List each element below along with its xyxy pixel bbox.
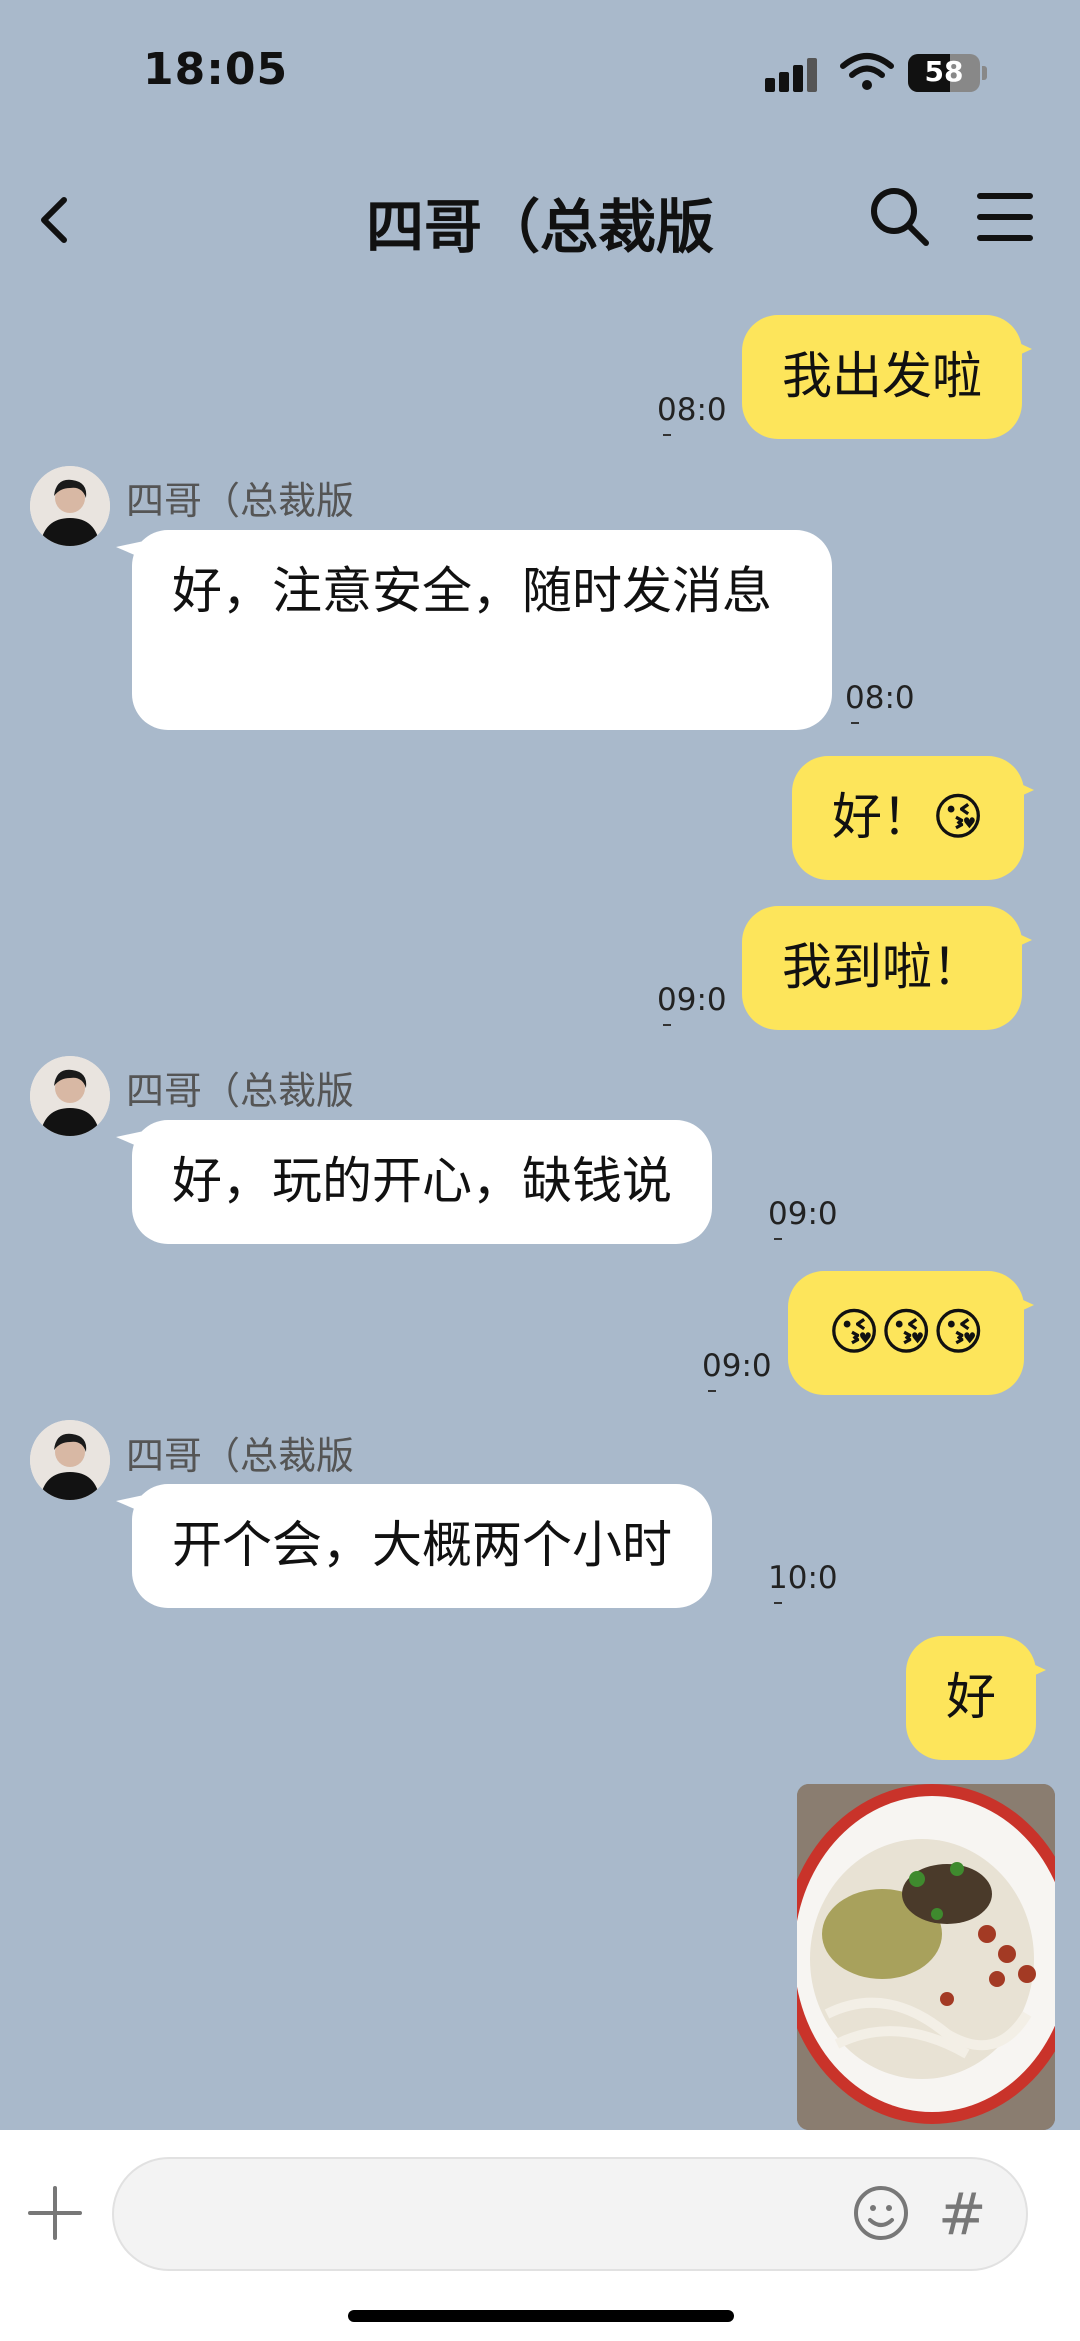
battery-icon: 58	[908, 54, 980, 92]
back-icon[interactable]	[30, 180, 90, 260]
message-bubble-incoming[interactable]: 好，玩的开心，缺钱说	[132, 1120, 712, 1244]
status-time: 18:05	[143, 44, 289, 95]
message-bubble-outgoing[interactable]: 好	[906, 1636, 1046, 1760]
message-bubble-outgoing[interactable]: 我到啦！	[742, 906, 1032, 1030]
emoji-icon[interactable]	[852, 2184, 910, 2242]
message-time: 09:0	[702, 1348, 772, 1392]
message-time: 09:0	[768, 1196, 838, 1240]
message-time: 10:0	[768, 1560, 838, 1604]
avatar[interactable]	[30, 466, 110, 546]
home-indicator	[348, 2310, 734, 2322]
avatar[interactable]	[30, 1420, 110, 1500]
message-bubble-outgoing[interactable]: 好！😘	[792, 756, 1035, 880]
plus-icon[interactable]	[26, 2184, 84, 2242]
message-bubble-outgoing[interactable]: 😘😘😘	[788, 1271, 1035, 1395]
chat-title: 四哥（总裁版	[365, 193, 714, 261]
sender-name: 四哥（总裁版	[126, 479, 355, 523]
message-bubble-incoming[interactable]: 好，注意安全，随时发消息	[132, 530, 832, 730]
message-time: 08:0	[845, 680, 915, 724]
wifi-icon	[840, 53, 894, 90]
menu-icon[interactable]	[976, 190, 1034, 244]
message-bubble-outgoing[interactable]: 我出发啦	[742, 315, 1032, 439]
battery-level: 58	[924, 55, 964, 88]
sender-name: 四哥（总裁版	[126, 1069, 355, 1113]
avatar[interactable]	[30, 1056, 110, 1136]
hashtag-button[interactable]: #	[938, 2180, 987, 2248]
sender-name: 四哥（总裁版	[126, 1434, 355, 1478]
signal-icon	[765, 58, 819, 92]
message-time: 08:0	[657, 392, 727, 436]
photo-message[interactable]	[797, 1784, 1055, 2130]
message-bubble-incoming[interactable]: 开个会，大概两个小时	[132, 1484, 712, 1608]
message-time: 09:0	[657, 982, 727, 1026]
search-icon[interactable]	[868, 185, 932, 249]
